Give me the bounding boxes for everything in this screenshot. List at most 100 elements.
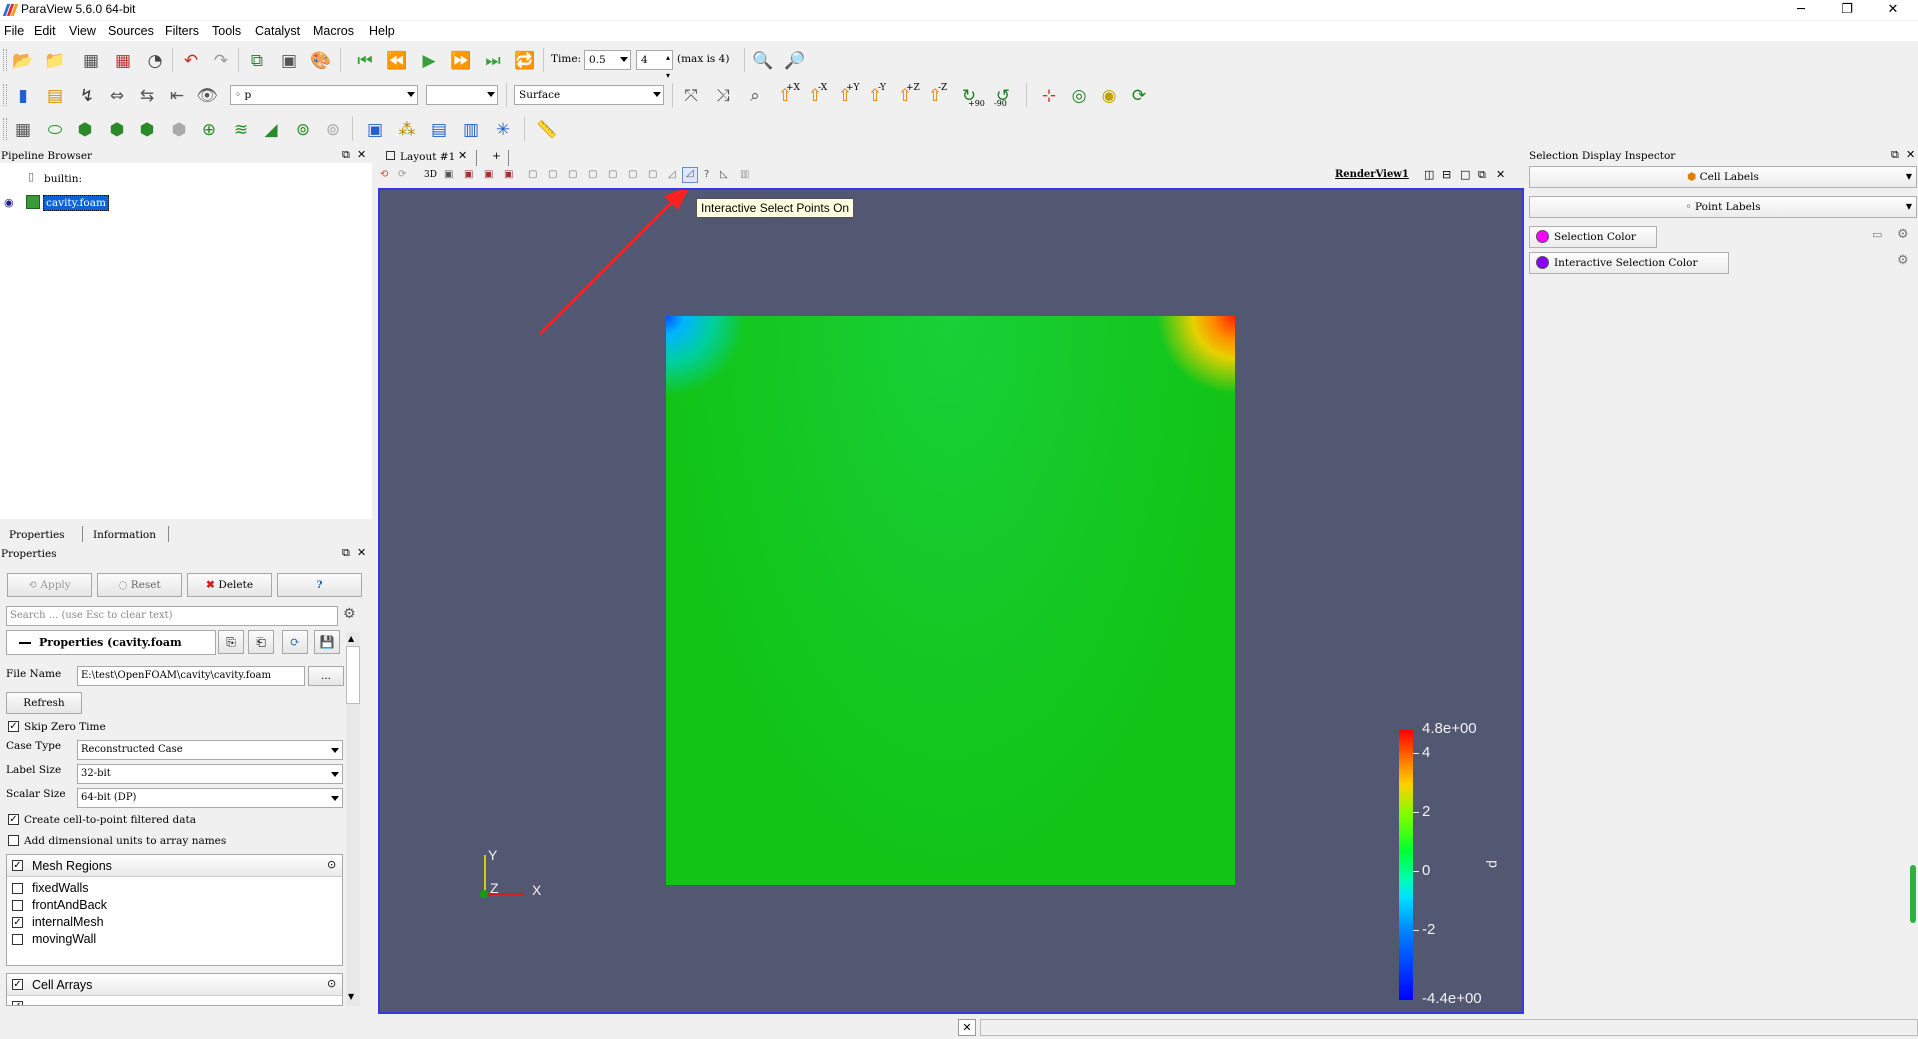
spreadsheet-icon[interactable]: ✳	[492, 119, 514, 141]
toggle-3d-button[interactable]: 3D	[424, 170, 437, 180]
close-panel-icon[interactable]: ✕	[357, 148, 366, 161]
ruler-icon[interactable]: 📏	[536, 119, 558, 141]
extract-subset-icon[interactable]: ⬢	[168, 119, 190, 141]
color-palette-icon[interactable]: 🎨	[310, 50, 332, 72]
component-combo[interactable]	[426, 85, 498, 105]
properties-search-input[interactable]: Search ... (use Esc to clear text)	[6, 606, 338, 626]
reset-camera-icon[interactable]: ⤧	[680, 85, 702, 107]
menu-edit[interactable]: Edit	[34, 24, 56, 38]
reload-icon[interactable]: ⟳	[282, 630, 308, 654]
time-value-combo[interactable]: 0.5	[584, 50, 631, 70]
help-button[interactable]: ?	[277, 573, 362, 597]
next-frame-icon[interactable]: ⏩	[450, 50, 472, 72]
sort-toggle-icon[interactable]: ⊙	[327, 977, 336, 990]
reset-range-icon[interactable]: ↯	[76, 85, 98, 107]
cell-array-checkbox[interactable]: ✓	[12, 1001, 23, 1005]
split-vertical-icon[interactable]: ⊟	[1442, 168, 1451, 181]
menu-tools[interactable]: Tools	[212, 24, 241, 38]
mesh-region-checkbox[interactable]	[12, 900, 23, 911]
close-window-icon[interactable]: ✕	[1870, 0, 1916, 20]
extract-level-icon[interactable]: ⊚	[322, 119, 344, 141]
select-cells-polygon-icon[interactable]: ▢	[568, 169, 577, 180]
zoom-closest-icon[interactable]: 🔎	[784, 50, 806, 72]
mesh-region-checkbox[interactable]	[12, 934, 23, 945]
refresh-button[interactable]: Refresh	[6, 692, 82, 714]
mesh-region-checkbox[interactable]: ✓	[12, 917, 23, 928]
point-labels-button[interactable]: ◦ Point Labels ▼	[1529, 196, 1917, 218]
maximize-view-icon[interactable]: □	[1460, 168, 1470, 181]
select-polygon-icon[interactable]: ▢	[548, 169, 557, 180]
hover-cells-icon[interactable]: ▢	[648, 169, 657, 180]
save-screenshot-icon[interactable]: ▣	[278, 50, 300, 72]
hover-points-icon[interactable]: ▢	[628, 169, 637, 180]
open-file-icon[interactable]: 📂	[12, 50, 34, 72]
side-scroll-indicator[interactable]	[1910, 865, 1916, 923]
open-state-icon[interactable]: 📁	[44, 50, 66, 72]
close-view-icon[interactable]: ✕	[1496, 168, 1505, 181]
restore-icon[interactable]: ❐	[1824, 0, 1870, 20]
mesh-region-checkbox[interactable]	[12, 883, 23, 894]
close-panel-icon[interactable]: ✕	[357, 546, 366, 559]
toolbar-grip[interactable]	[3, 84, 7, 106]
menu-view[interactable]: View	[69, 24, 96, 38]
paste-properties-icon[interactable]: ⎗	[248, 630, 274, 654]
properties-section-header[interactable]: Properties (cavity.foam	[6, 630, 216, 655]
connect-icon[interactable]: ▦	[80, 50, 102, 72]
selection-color-gear-icon[interactable]: ⚙	[1897, 227, 1909, 242]
copy-properties-icon[interactable]: ⎘	[218, 630, 244, 654]
cell-arrays-header[interactable]: ✓ Cell Arrays ⊙	[7, 974, 342, 996]
loop-icon[interactable]: 🔁	[514, 50, 536, 72]
play-icon[interactable]: ▶	[418, 50, 440, 72]
interactive-select-cells-icon[interactable]: ▢	[608, 169, 617, 180]
pipeline-item-builtin[interactable]: builtin:	[44, 173, 82, 185]
first-frame-icon[interactable]: ⏮	[354, 50, 376, 72]
warp-icon[interactable]: ◢	[260, 119, 282, 141]
auto-apply-icon[interactable]: ◔	[144, 50, 166, 72]
reset-center-icon[interactable]: ◉	[1098, 85, 1120, 107]
edit-colormap-icon[interactable]: ▤	[44, 85, 66, 107]
zoom-to-box-icon[interactable]: ⌕	[744, 85, 766, 107]
stream-tracer-icon[interactable]: ≋	[230, 119, 252, 141]
select-cells-on-icon[interactable]: ▣	[464, 169, 473, 180]
skip-zero-time-checkbox[interactable]: ✓	[8, 721, 19, 732]
shrink-selection-icon[interactable]: ◺	[720, 169, 728, 180]
interactive-selection-color-button[interactable]: Interactive Selection Color	[1529, 252, 1729, 274]
group-datasets-icon[interactable]: ⊚	[292, 119, 314, 141]
select-frustum-icon[interactable]: ▣	[504, 169, 513, 180]
visibility-eye-icon[interactable]: ◉	[4, 196, 14, 209]
selection-color-button[interactable]: Selection Color	[1529, 226, 1657, 248]
rotate-center-icon[interactable]: ⟳	[1128, 85, 1150, 107]
plot-selection-icon[interactable]: ▥	[460, 119, 482, 141]
menu-file[interactable]: File	[4, 24, 24, 38]
scroll-down-icon[interactable]: ▼	[348, 992, 354, 1001]
pipeline-item-cavity-foam[interactable]: cavity.foam	[43, 195, 109, 211]
scroll-up-icon[interactable]: ▲	[348, 634, 354, 643]
properties-scrollbar[interactable]: ▲ ▼	[346, 632, 360, 1006]
capture-icon[interactable]: ▣	[444, 169, 453, 180]
float-panel-icon[interactable]: ⧉	[342, 148, 350, 162]
toolbar-grip[interactable]	[3, 118, 7, 140]
tab-properties[interactable]: Properties	[9, 529, 65, 541]
timestep-spinbox[interactable]: 4 ▴ ▾	[636, 50, 673, 80]
minimize-icon[interactable]: ─	[1778, 0, 1824, 20]
rescale-visible-icon[interactable]: ⇤	[166, 85, 188, 107]
add-layout-tab-button[interactable]: +	[492, 150, 501, 162]
apply-button[interactable]: ⟲ Apply	[7, 573, 92, 597]
label-size-select[interactable]: 32-bit	[77, 764, 343, 784]
threshold-icon[interactable]: ⬢	[136, 119, 158, 141]
select-points-polygon-icon[interactable]: ▢	[588, 169, 597, 180]
rescale-custom-icon[interactable]: ⇔	[106, 85, 128, 107]
save-defaults-icon[interactable]: 💾	[314, 630, 340, 654]
float-view-icon[interactable]: ⧉	[1478, 168, 1486, 182]
advanced-gear-icon[interactable]: ⚙	[343, 606, 356, 622]
select-points-on-icon[interactable]: ▣	[484, 169, 493, 180]
create-cell-to-point-checkbox[interactable]: ✓	[8, 814, 19, 825]
select-block-icon[interactable]: ▢	[528, 169, 537, 180]
color-array-combo[interactable]: ◦ p	[230, 85, 418, 105]
glyph-icon[interactable]: ⊕	[198, 119, 220, 141]
pick-center-icon[interactable]: ◎	[1068, 85, 1090, 107]
show-colormap-icon[interactable]: 👁	[196, 85, 218, 107]
clip-icon[interactable]: ⬢	[74, 119, 96, 141]
select-points-icon[interactable]: ⁂	[396, 119, 418, 141]
delete-button[interactable]: ✖ Delete	[187, 573, 272, 597]
